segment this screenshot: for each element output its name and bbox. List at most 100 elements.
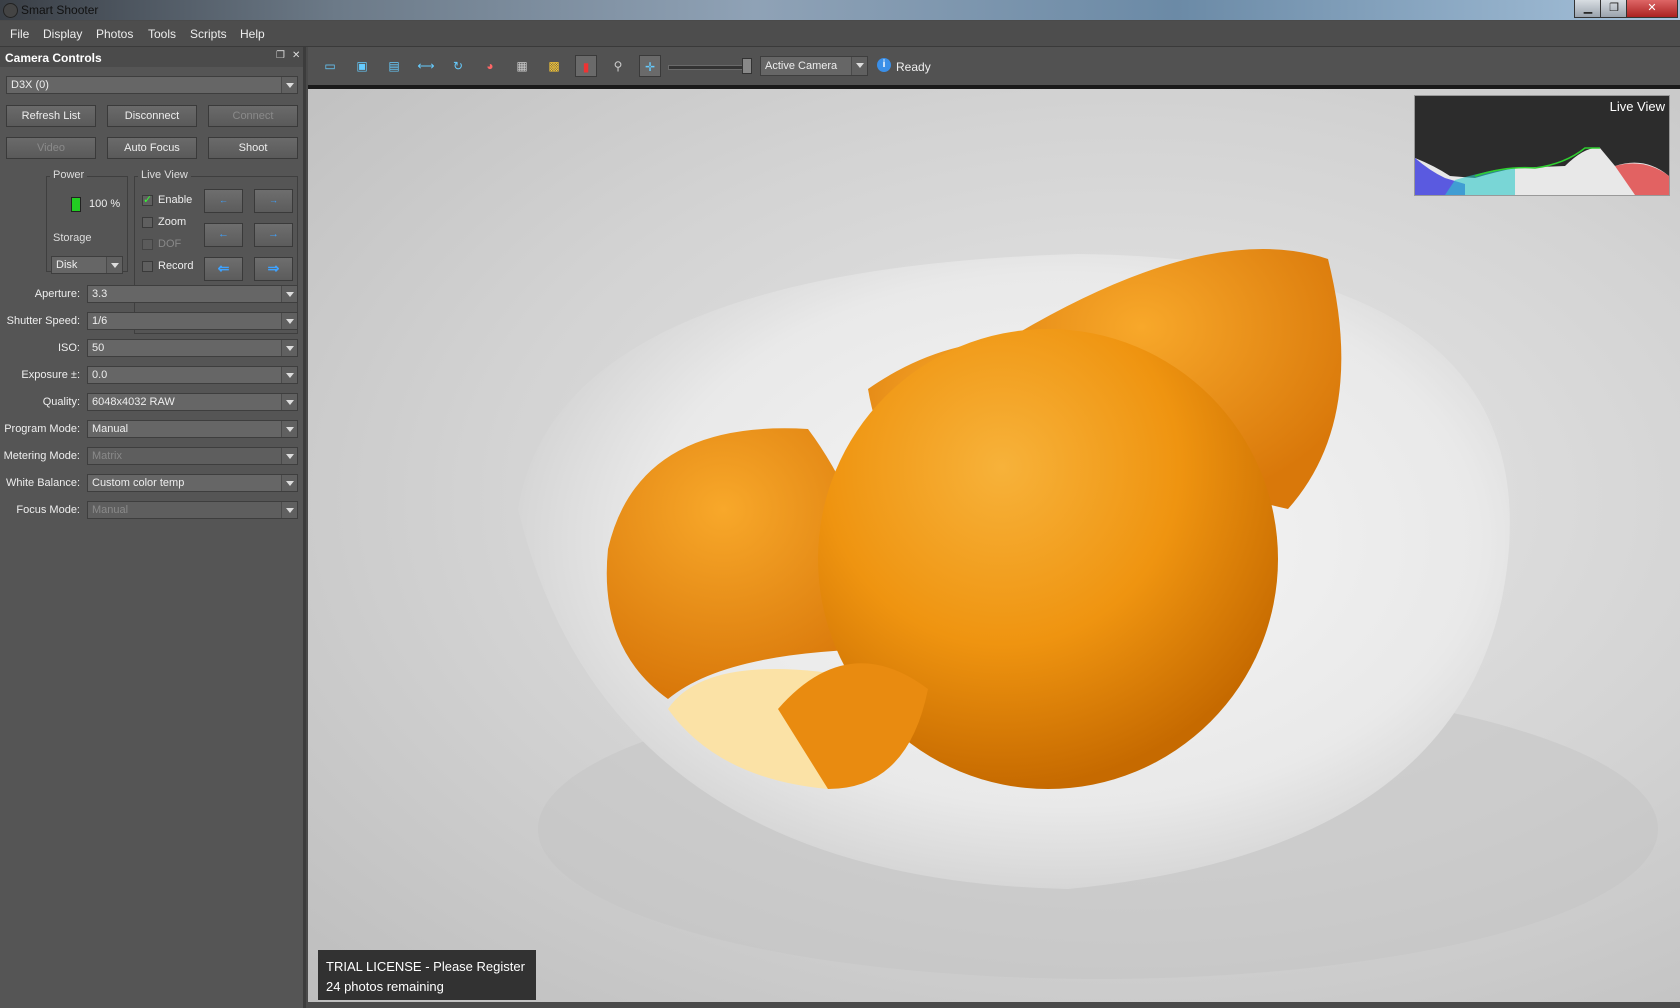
focus-near-medium-button[interactable]: ←	[204, 223, 243, 247]
metering-mode-select[interactable]: Matrix	[87, 447, 298, 465]
menu-display[interactable]: Display	[43, 27, 82, 41]
minimize-button[interactable]: ▁	[1574, 0, 1602, 18]
float-icon[interactable]: ❐	[276, 50, 285, 61]
record-checkbox[interactable]	[142, 261, 153, 272]
histogram: Live View	[1414, 95, 1670, 196]
chevron-down-icon	[281, 502, 297, 518]
fullscreen-icon[interactable]: ▭	[319, 55, 341, 77]
chevron-down-icon	[281, 394, 297, 410]
focus-far-large-button[interactable]: ⇒	[254, 257, 293, 281]
storage-select[interactable]: Disk	[51, 256, 123, 274]
enable-label: Enable	[158, 194, 193, 206]
disconnect-button[interactable]: Disconnect	[107, 105, 197, 127]
zoom-slider-track[interactable]	[668, 65, 750, 70]
refresh-icon[interactable]: ↻	[447, 55, 469, 77]
shutter-speed-label: Shutter Speed:	[6, 315, 80, 327]
trial-line-1: TRIAL LICENSE - Please Register	[326, 959, 525, 974]
zoom-label: Zoom	[158, 216, 187, 228]
power-label: Power	[50, 169, 88, 181]
exposure-label: Exposure ±:	[21, 369, 80, 381]
iso-select[interactable]: 50	[87, 339, 298, 357]
status-text: Ready	[896, 60, 931, 74]
iso-value: 50	[92, 342, 105, 354]
histogram-graph	[1415, 147, 1669, 195]
program-mode-label: Program Mode:	[4, 423, 80, 435]
grid-icon[interactable]: ▦	[511, 55, 533, 77]
active-camera-select[interactable]: Active Camera	[760, 56, 868, 76]
menu-file[interactable]: File	[10, 27, 29, 41]
fit-window-icon[interactable]: ▣	[351, 55, 373, 77]
program-mode-select[interactable]: Manual	[87, 420, 298, 438]
chevron-down-icon	[281, 475, 297, 491]
quality-value: 6048x4032 RAW	[92, 396, 175, 408]
menu-tools[interactable]: Tools	[148, 27, 176, 41]
dof-checkbox[interactable]	[142, 239, 153, 250]
zoom-checkbox[interactable]	[142, 217, 153, 228]
menu-help[interactable]: Help	[240, 27, 265, 41]
fit-width-icon[interactable]: ⟷	[415, 55, 437, 77]
chevron-down-icon	[281, 340, 297, 356]
maximize-button[interactable]: ❐	[1600, 0, 1628, 18]
focus-far-medium-button[interactable]: →	[254, 223, 293, 247]
focus-near-small-button[interactable]: ←	[204, 189, 243, 213]
panel-header: Camera Controls ❐ ✕	[0, 47, 303, 67]
close-panel-icon[interactable]: ✕	[292, 50, 300, 61]
shutter-speed-select[interactable]: 1/6	[87, 312, 298, 330]
white-balance-select[interactable]: Custom color temp	[87, 474, 298, 492]
trial-license-notice: TRIAL LICENSE - Please Register 24 photo…	[318, 950, 536, 1000]
white-balance-label: White Balance:	[6, 477, 80, 489]
color-wheel-icon[interactable]: ◕	[479, 55, 501, 77]
aperture-value: 3.3	[92, 288, 108, 300]
focus-mode-label: Focus Mode:	[16, 504, 80, 516]
chevron-down-icon	[281, 313, 297, 329]
actual-size-icon[interactable]: ▤	[383, 55, 405, 77]
menu-scripts[interactable]: Scripts	[190, 27, 227, 41]
histogram-icon[interactable]: ▮	[575, 55, 597, 77]
chevron-down-icon	[281, 367, 297, 383]
storage-label: Storage	[50, 232, 95, 244]
aperture-label: Aperture:	[34, 288, 80, 300]
window-title: Smart Shooter	[21, 3, 99, 17]
zoom-slider-thumb[interactable]	[742, 58, 752, 74]
connect-button[interactable]: Connect	[208, 105, 298, 127]
video-button[interactable]: Video	[6, 137, 96, 159]
exposure-value: 0.0	[92, 369, 108, 381]
close-button[interactable]: ✕	[1626, 0, 1678, 18]
enable-checkbox[interactable]	[142, 193, 153, 206]
battery-icon	[71, 197, 81, 212]
focus-mode-value: Manual	[92, 504, 129, 516]
info-icon: i	[877, 58, 891, 72]
chevron-down-icon	[281, 448, 297, 464]
camera-select[interactable]: D3X (0)	[6, 76, 298, 94]
quality-select[interactable]: 6048x4032 RAW	[87, 393, 298, 411]
focus-mode-select[interactable]: Manual	[87, 501, 298, 519]
focus-point-icon[interactable]: ✛	[639, 55, 661, 77]
shutter-speed-value: 1/6	[92, 315, 108, 327]
iso-label: ISO:	[57, 342, 80, 354]
overlay-icon[interactable]: ▩	[543, 55, 565, 77]
chevron-down-icon	[851, 57, 867, 75]
record-label: Record	[158, 260, 194, 272]
camera-select-value: D3X (0)	[11, 79, 49, 91]
metering-mode-label: Metering Mode:	[3, 450, 80, 462]
menu-photos[interactable]: Photos	[96, 27, 133, 41]
chevron-down-icon	[281, 286, 297, 302]
shoot-button[interactable]: Shoot	[208, 137, 298, 159]
focus-far-small-button[interactable]: →	[254, 189, 293, 213]
live-view-image[interactable]	[308, 89, 1680, 1002]
quality-label: Quality:	[42, 396, 80, 408]
auto-focus-button[interactable]: Auto Focus	[107, 137, 197, 159]
zoom-icon[interactable]: ⚲	[607, 55, 629, 77]
storage-value: Disk	[56, 259, 78, 271]
panel-title: Camera Controls	[5, 51, 102, 65]
app-icon[interactable]	[3, 3, 18, 18]
orange-photo	[518, 249, 1658, 979]
refresh-list-button[interactable]: Refresh List	[6, 105, 96, 127]
power-value: 100 %	[89, 198, 121, 210]
chevron-down-icon	[281, 77, 297, 93]
focus-near-large-button[interactable]: ⇐	[204, 257, 243, 281]
metering-mode-value: Matrix	[92, 450, 122, 462]
dof-label: DOF	[158, 238, 182, 250]
exposure-select[interactable]: 0.0	[87, 366, 298, 384]
aperture-select[interactable]: 3.3	[87, 285, 298, 303]
